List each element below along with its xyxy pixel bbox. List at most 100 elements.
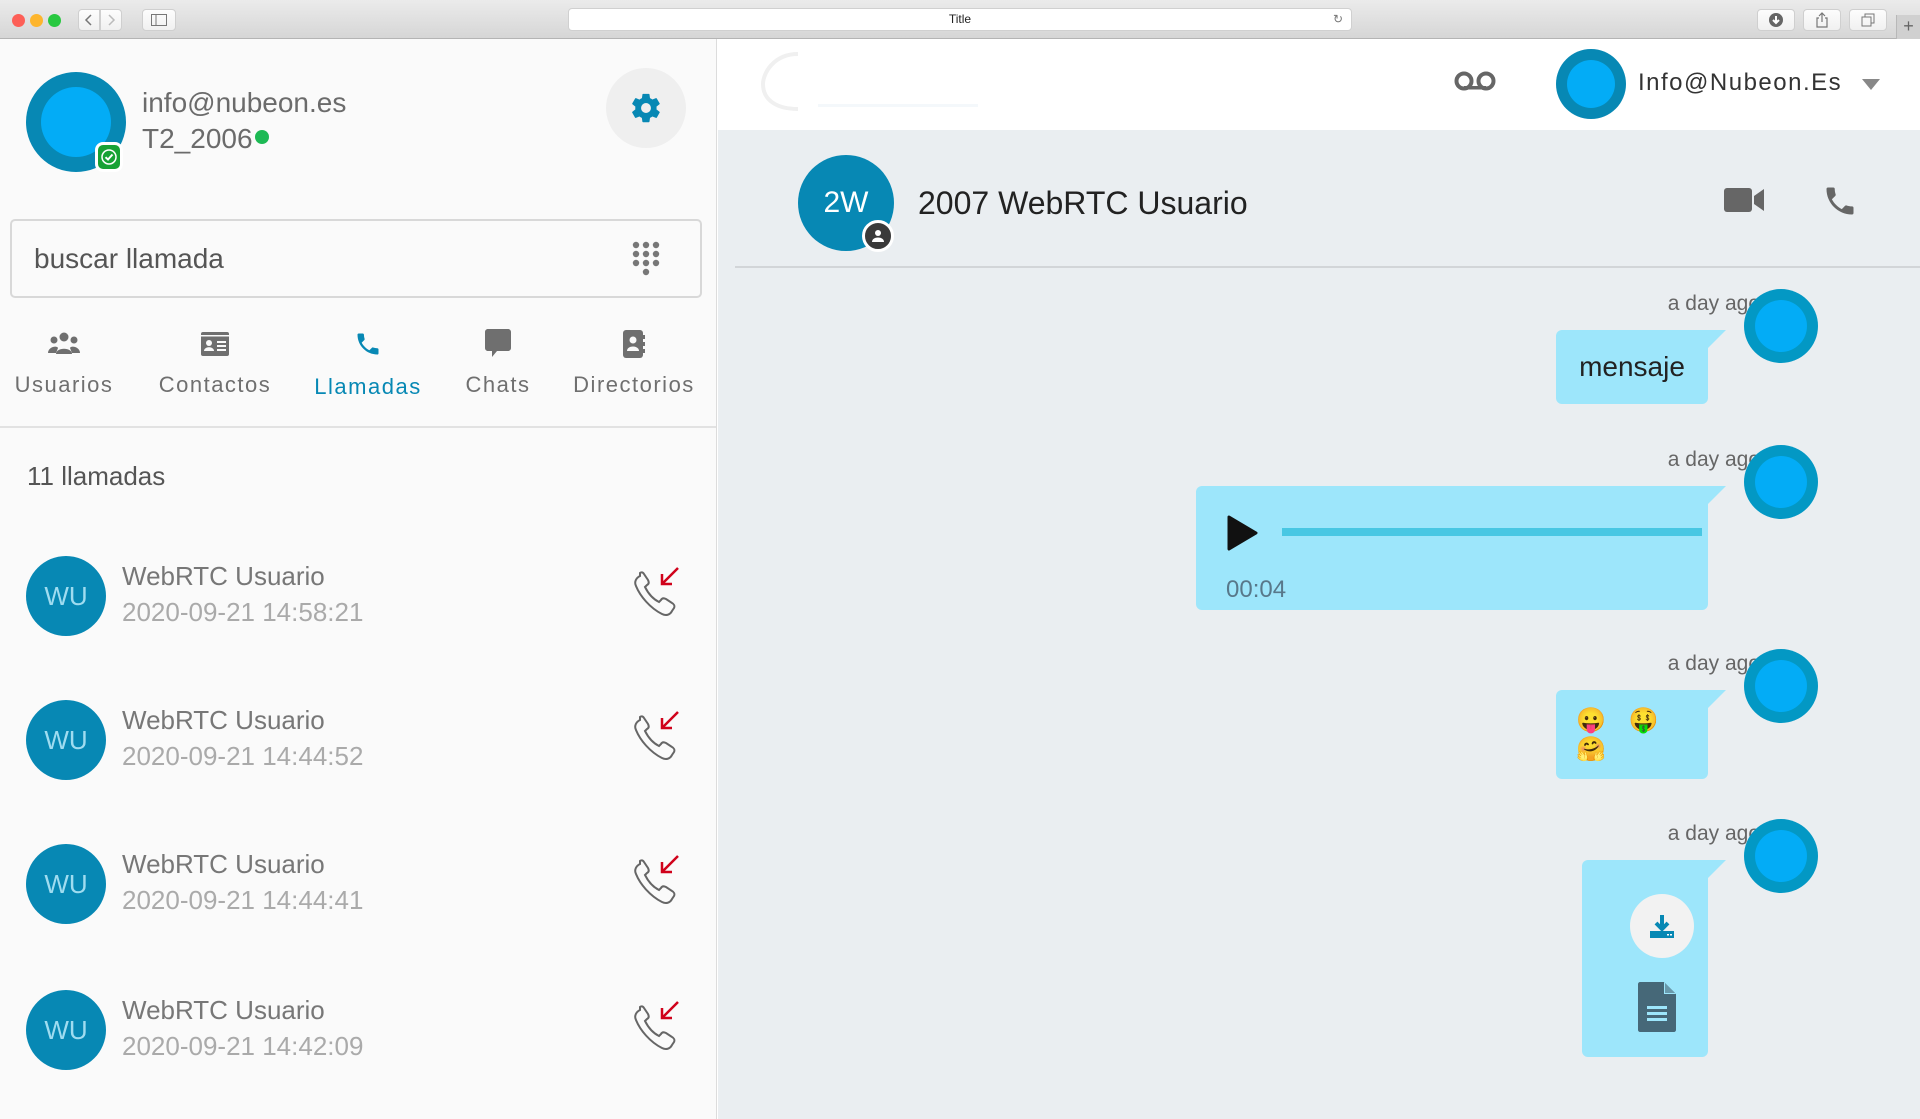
- user-menu-name[interactable]: Info@Nubeon.Es: [1638, 69, 1842, 97]
- browser-toolbar: Title ↻ +: [0, 0, 1920, 39]
- new-tab-button[interactable]: +: [1896, 15, 1920, 39]
- profile-email: info@nubeon.es: [142, 87, 347, 118]
- page-title: Title: [948, 12, 972, 26]
- message-emoji: a day ago 😛 🤑 🤗: [718, 649, 1920, 779]
- sidebar-icon: [151, 14, 167, 26]
- video-camera-icon[interactable]: [1724, 185, 1764, 215]
- online-status-dot: [254, 130, 269, 144]
- phone-icon: [357, 333, 379, 355]
- sender-avatar: [1744, 289, 1818, 363]
- profile-extension: T2_2006: [142, 123, 269, 155]
- address-bar[interactable]: Title ↻: [568, 8, 1352, 31]
- tab-label: Directorios: [573, 372, 695, 397]
- person-icon: [872, 230, 884, 242]
- call-list-item[interactable]: WU WebRTC Usuario 2020-09-21 14:58:21: [0, 556, 716, 666]
- show-tabs-button[interactable]: [1849, 9, 1887, 31]
- call-datetime: 2020-09-21 14:58:21: [122, 597, 364, 627]
- dialpad-icon[interactable]: [632, 241, 660, 279]
- caller-initials: WU: [44, 868, 88, 899]
- zoom-window-button[interactable]: [48, 14, 61, 27]
- missed-call-icon[interactable]: [632, 854, 686, 908]
- document-icon[interactable]: [1638, 982, 1676, 1032]
- missed-call-icon[interactable]: [632, 566, 686, 620]
- check-icon: [101, 149, 117, 165]
- call-list-item[interactable]: WU WebRTC Usuario 2020-09-21 14:44:41: [0, 844, 716, 954]
- tab-label: Contactos: [158, 372, 272, 397]
- contact-name: 2007 WebRTC Usuario: [918, 185, 1248, 221]
- gear-icon: [632, 93, 660, 123]
- sender-avatar: [1744, 819, 1818, 893]
- emoji-content: 😛 🤑 🤗: [1576, 706, 1667, 763]
- missed-call-icon[interactable]: [632, 1000, 686, 1054]
- tab-label: Chats: [465, 372, 531, 397]
- tabs-icon: [1861, 13, 1875, 27]
- main-tabs: Usuarios Contactos Llamadas Chats Direct…: [0, 324, 716, 428]
- left-panel: info@nubeon.es T2_2006 Usuarios Contacto…: [0, 39, 717, 1119]
- caller-initials: WU: [44, 1014, 88, 1045]
- call-list-item[interactable]: WU WebRTC Usuario 2020-09-21 14:42:09: [0, 990, 716, 1100]
- header-divider: [735, 266, 1920, 268]
- voicemail-icon[interactable]: [1454, 69, 1496, 93]
- caret-down-icon[interactable]: [1862, 79, 1880, 90]
- tab-llamadas[interactable]: Llamadas: [306, 324, 430, 414]
- share-icon: [1816, 12, 1828, 28]
- audio-duration: 00:04: [1226, 576, 1287, 603]
- share-button[interactable]: [1803, 9, 1841, 31]
- call-list-item[interactable]: WU WebRTC Usuario 2020-09-21 14:44:52: [0, 700, 716, 810]
- chevron-right-icon: [108, 14, 116, 26]
- audio-progress-track[interactable]: [1282, 528, 1702, 536]
- file-attachment: [1582, 860, 1726, 1057]
- tab-chats[interactable]: Chats: [458, 324, 538, 414]
- message-audio: a day ago 00:04: [718, 445, 1920, 615]
- tab-label: Usuarios: [14, 372, 114, 397]
- calls-count: 11 llamadas: [27, 461, 166, 491]
- call-button[interactable]: [1822, 183, 1858, 219]
- download-icon: [1769, 13, 1783, 27]
- close-window-button[interactable]: [12, 14, 25, 27]
- top-bar: Info@Nubeon.Es: [718, 39, 1920, 130]
- tab-label: Llamadas: [314, 374, 422, 399]
- caller-avatar: WU: [26, 556, 106, 636]
- caller-name: WebRTC Usuario: [122, 995, 325, 1025]
- download-icon: [1650, 915, 1674, 938]
- message-file: a day ago: [718, 819, 1920, 1099]
- tab-contactos[interactable]: Contactos: [150, 324, 280, 414]
- downloads-button[interactable]: [1757, 9, 1795, 31]
- sender-avatar: [1744, 649, 1818, 723]
- conversation-panel: Info@Nubeon.Es 2W 2007 WebRTC Usuario a …: [718, 39, 1920, 1119]
- message-text-content: mensaje: [1579, 351, 1685, 382]
- caller-name: WebRTC Usuario: [122, 849, 325, 879]
- back-button[interactable]: [78, 9, 100, 31]
- download-file-button[interactable]: [1630, 894, 1694, 958]
- missed-call-icon[interactable]: [632, 710, 686, 764]
- users-icon: [48, 332, 80, 354]
- verified-badge: [95, 142, 123, 172]
- caller-initials: WU: [44, 580, 88, 611]
- play-icon[interactable]: [1226, 515, 1258, 551]
- forward-button[interactable]: [100, 9, 122, 31]
- sender-avatar: [1744, 445, 1818, 519]
- settings-button[interactable]: [606, 68, 686, 148]
- tab-directorios[interactable]: Directorios: [566, 324, 702, 414]
- sidebar-toggle-button[interactable]: [142, 9, 176, 31]
- contact-card-icon: [201, 332, 229, 356]
- caller-name: WebRTC Usuario: [122, 705, 325, 735]
- caller-initials: WU: [44, 724, 88, 755]
- caller-avatar: WU: [26, 844, 106, 924]
- caller-avatar: WU: [26, 700, 106, 780]
- logo: [760, 52, 978, 111]
- tab-usuarios[interactable]: Usuarios: [8, 324, 120, 414]
- chat-icon: [485, 329, 511, 357]
- contact-type-badge: [862, 220, 894, 252]
- message-bubble: 😛 🤑 🤗: [1556, 690, 1726, 779]
- chevron-left-icon: [84, 14, 92, 26]
- call-search-box: [10, 219, 702, 298]
- message-text: a day ago mensaje: [718, 289, 1920, 409]
- call-datetime: 2020-09-21 14:44:41: [122, 885, 364, 915]
- address-book-icon: [623, 330, 645, 358]
- call-datetime: 2020-09-21 14:42:09: [122, 1031, 364, 1061]
- reload-icon[interactable]: ↻: [1333, 9, 1343, 30]
- user-avatar[interactable]: [1556, 49, 1626, 119]
- call-search-input[interactable]: [34, 221, 614, 296]
- minimize-window-button[interactable]: [30, 14, 43, 27]
